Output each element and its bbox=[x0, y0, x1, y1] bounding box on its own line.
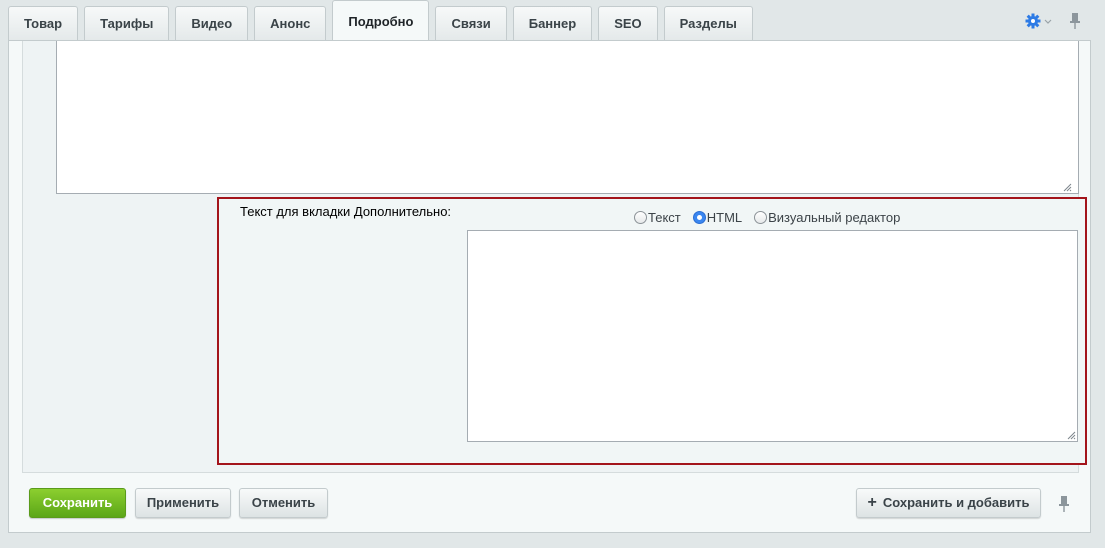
radio-button-visual-editor[interactable] bbox=[754, 211, 768, 224]
radio-option-visual-editor[interactable]: Визуальный редактор bbox=[754, 210, 900, 225]
tab-video[interactable]: Видео bbox=[175, 6, 249, 40]
tab-bar: Товар Тарифы Видео Анонс Подробно Связи … bbox=[8, 0, 759, 40]
save-and-add-label: Сохранить и добавить bbox=[882, 495, 1030, 510]
save-button[interactable]: Сохранить bbox=[29, 488, 126, 518]
detail-text-textarea[interactable] bbox=[467, 230, 1078, 442]
pin-icon bbox=[1070, 13, 1080, 29]
content-panel: Текст для вкладки Дополнительно: Текст H… bbox=[8, 40, 1091, 533]
plus-icon: + bbox=[867, 494, 877, 511]
apply-button[interactable]: Применить bbox=[135, 488, 231, 518]
tab-svyazi[interactable]: Связи bbox=[435, 6, 507, 40]
gear-icon bbox=[1025, 13, 1052, 29]
footer-pin-button[interactable] bbox=[1057, 495, 1071, 513]
cancel-button[interactable]: Отменить bbox=[239, 488, 328, 518]
tab-tovar[interactable]: Товар bbox=[8, 6, 79, 40]
preview-text-textarea[interactable] bbox=[56, 41, 1079, 194]
tab-tarify[interactable]: Тарифы bbox=[84, 6, 170, 40]
resize-grip-icon[interactable] bbox=[1063, 183, 1072, 192]
editor-mode-radio-group: Текст HTML Визуальный редактор bbox=[634, 210, 912, 225]
radio-label-text: Текст bbox=[648, 210, 681, 225]
tab-anons[interactable]: Анонс bbox=[254, 6, 327, 40]
tab-razdely[interactable]: Разделы bbox=[663, 6, 753, 40]
tab-banner[interactable]: Баннер bbox=[512, 6, 593, 40]
radio-label-visual-editor: Визуальный редактор bbox=[768, 210, 901, 225]
tab-seo[interactable]: SEO bbox=[598, 6, 658, 40]
radio-label-html: HTML bbox=[706, 210, 743, 225]
tab-pin-button[interactable] bbox=[1068, 12, 1082, 30]
radio-button-html[interactable] bbox=[692, 211, 706, 224]
radio-button-text[interactable] bbox=[634, 211, 647, 224]
detail-text-field-row: Текст для вкладки Дополнительно: Текст H… bbox=[217, 197, 1087, 465]
tab-settings-button[interactable] bbox=[1024, 12, 1054, 30]
form-section: Текст для вкладки Дополнительно: Текст H… bbox=[22, 41, 1087, 473]
pin-icon bbox=[1059, 496, 1069, 512]
detail-text-label: Текст для вкладки Дополнительно: bbox=[240, 204, 452, 219]
resize-grip-icon[interactable] bbox=[1067, 431, 1076, 440]
radio-option-text[interactable]: Текст bbox=[634, 210, 681, 225]
chevron-down-icon bbox=[1044, 19, 1052, 24]
tab-podrobno[interactable]: Подробно bbox=[332, 0, 430, 40]
save-and-add-button[interactable]: + Сохранить и добавить bbox=[856, 488, 1041, 518]
radio-option-html[interactable]: HTML bbox=[692, 210, 743, 225]
